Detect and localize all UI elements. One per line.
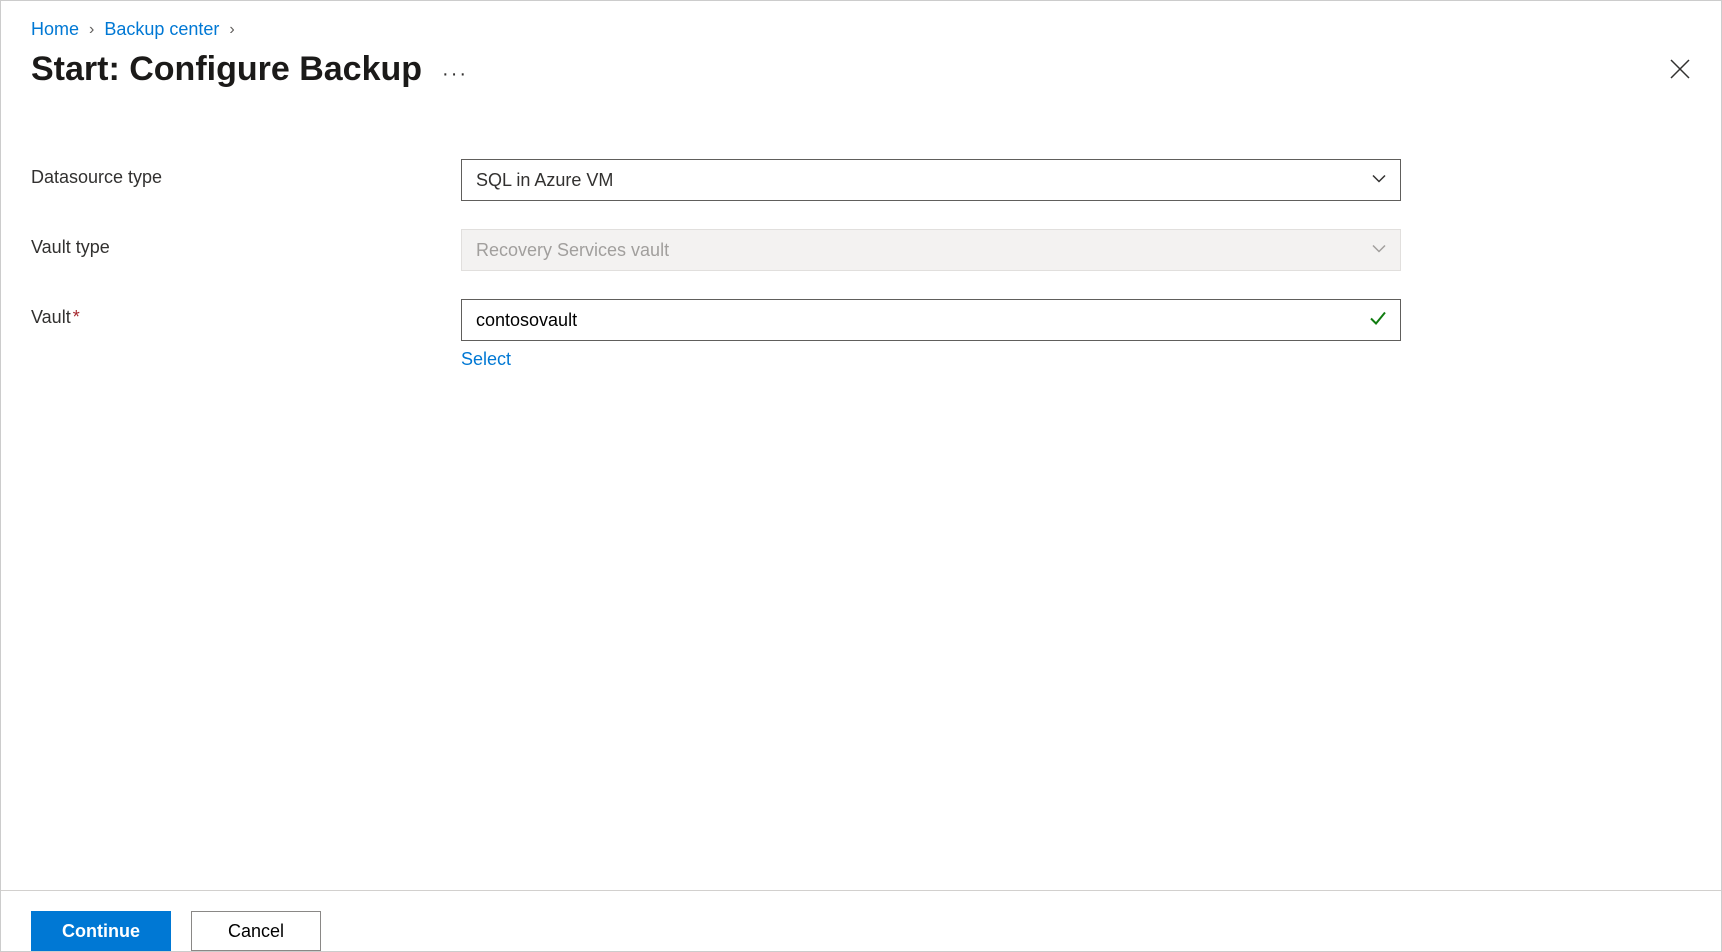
footer-actions: Continue Cancel — [1, 890, 1721, 951]
datasource-type-label: Datasource type — [31, 159, 461, 188]
vault-input[interactable] — [461, 299, 1401, 341]
vault-type-row: Vault type Recovery Services vault — [31, 229, 1691, 271]
vault-select-link[interactable]: Select — [461, 349, 1401, 370]
required-indicator: * — [73, 307, 80, 327]
continue-button[interactable]: Continue — [31, 911, 171, 951]
datasource-type-select[interactable]: SQL in Azure VM — [461, 159, 1401, 201]
breadcrumb-backup-center[interactable]: Backup center — [104, 19, 219, 40]
more-options-button[interactable]: ··· — [442, 53, 468, 86]
close-icon — [1669, 58, 1691, 80]
breadcrumb-home[interactable]: Home — [31, 19, 79, 40]
chevron-right-icon: › — [89, 21, 94, 39]
chevron-right-icon: › — [229, 21, 234, 39]
page-header: Start: Configure Backup ··· — [1, 50, 1721, 89]
form-area: Datasource type SQL in Azure VM Vault ty… — [1, 89, 1721, 370]
breadcrumb: Home › Backup center › — [1, 1, 1721, 50]
close-button[interactable] — [1669, 58, 1691, 85]
page-title: Start: Configure Backup — [31, 50, 422, 89]
vault-row: Vault* Select — [31, 299, 1691, 370]
vault-type-label: Vault type — [31, 229, 461, 258]
vault-label: Vault* — [31, 299, 461, 328]
vault-type-select: Recovery Services vault — [461, 229, 1401, 271]
datasource-type-row: Datasource type SQL in Azure VM — [31, 159, 1691, 201]
vault-type-value: Recovery Services vault — [476, 240, 669, 261]
datasource-type-value: SQL in Azure VM — [476, 170, 613, 191]
cancel-button[interactable]: Cancel — [191, 911, 321, 951]
